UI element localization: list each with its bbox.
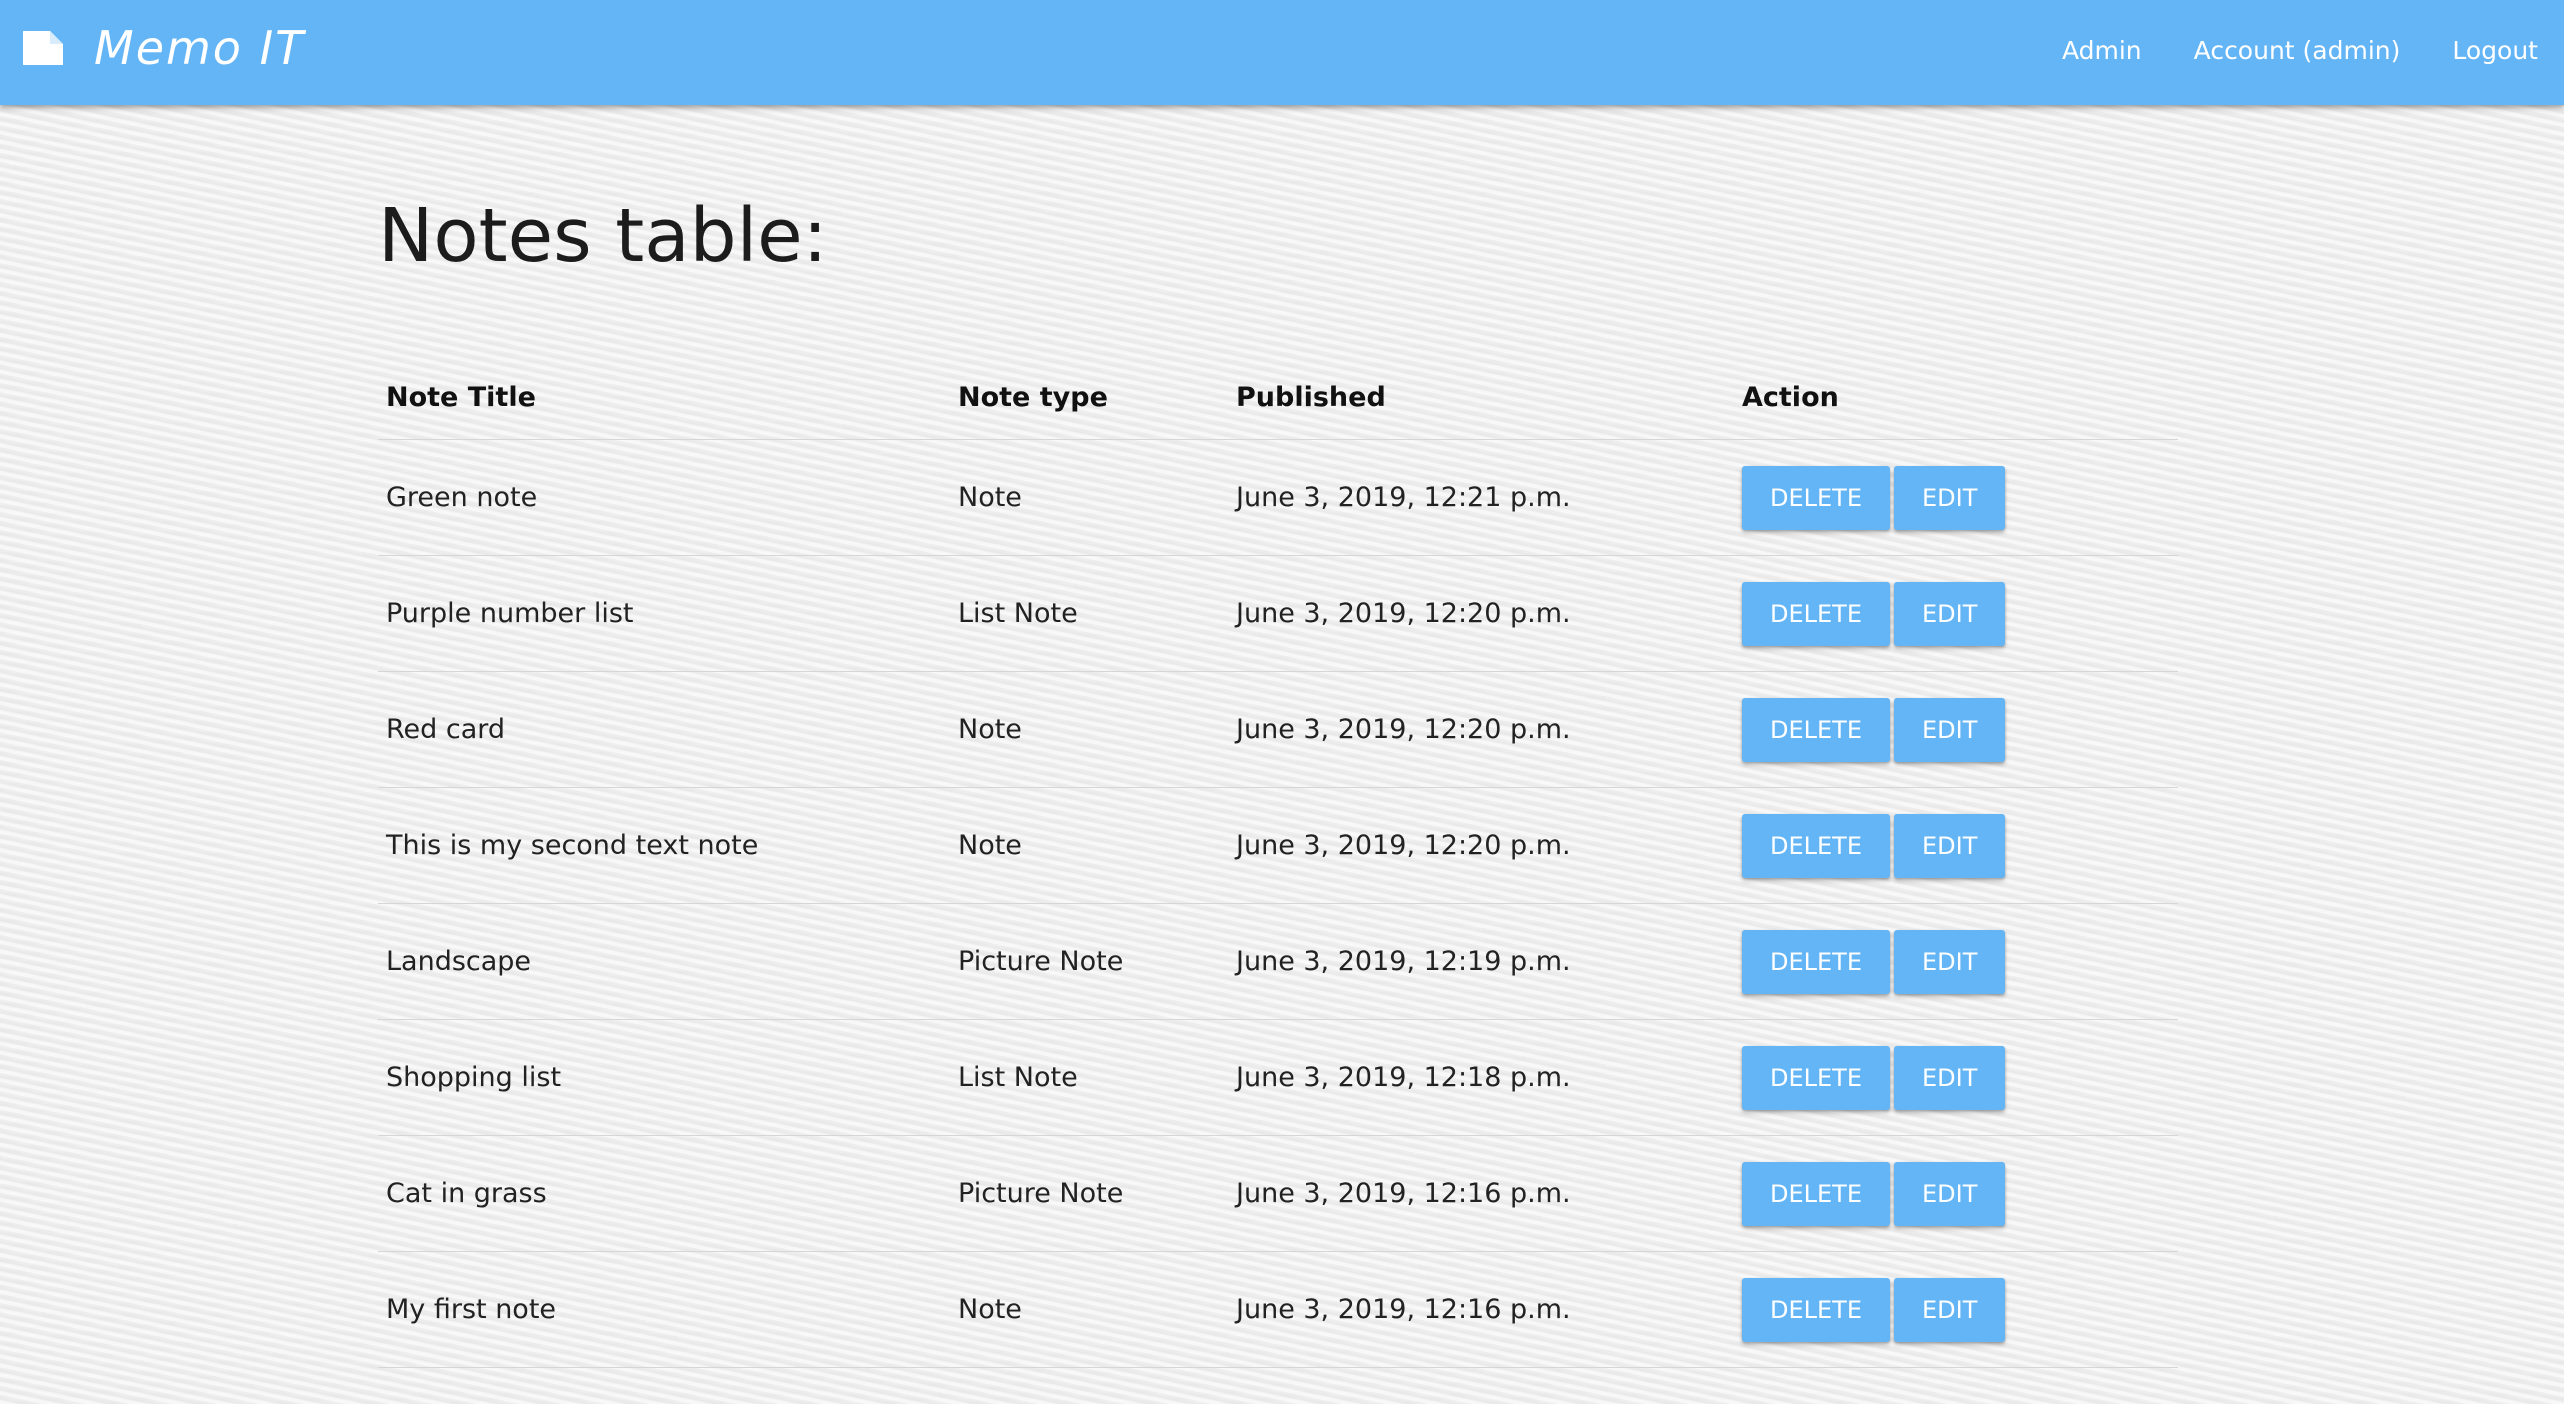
note-actions: DELETE EDIT — [1734, 1019, 2178, 1136]
notes-table: Note Title Note type Published Action Gr… — [378, 355, 2178, 1368]
note-actions: DELETE EDIT — [1734, 439, 2178, 556]
edit-button[interactable]: EDIT — [1894, 697, 2006, 762]
nav-link-admin[interactable]: Admin — [2036, 36, 2168, 65]
note-title: My first note — [378, 1251, 950, 1368]
note-published: June 3, 2019, 12:19 p.m. — [1228, 903, 1734, 1020]
delete-button[interactable]: DELETE — [1742, 813, 1891, 878]
page-title: Notes table: — [378, 193, 828, 279]
header-note-type: Note type — [950, 355, 1228, 440]
note-published: June 3, 2019, 12:20 p.m. — [1228, 787, 1734, 904]
note-title: Red card — [378, 671, 950, 788]
nav-links: Admin Account (admin) Logout — [2036, 0, 2564, 100]
table-row: My first note Note June 3, 2019, 12:16 p… — [378, 1251, 2178, 1368]
header-action: Action — [1734, 355, 2178, 440]
note-published: June 3, 2019, 12:21 p.m. — [1228, 439, 1734, 556]
note-published: June 3, 2019, 12:16 p.m. — [1228, 1251, 1734, 1368]
note-title: Purple number list — [378, 555, 950, 672]
note-actions: DELETE EDIT — [1734, 555, 2178, 672]
note-type: Picture Note — [950, 1135, 1228, 1252]
delete-button[interactable]: DELETE — [1742, 929, 1891, 994]
note-title: Cat in grass — [378, 1135, 950, 1252]
table-row: Cat in grass Picture Note June 3, 2019, … — [378, 1135, 2178, 1252]
note-actions: DELETE EDIT — [1734, 1135, 2178, 1252]
edit-button[interactable]: EDIT — [1894, 465, 2006, 530]
note-icon — [20, 28, 66, 68]
brand-name: Memo IT — [94, 21, 306, 75]
note-title: This is my second text note — [378, 787, 950, 904]
nav-link-logout[interactable]: Logout — [2426, 36, 2564, 65]
edit-button[interactable]: EDIT — [1894, 581, 2006, 646]
table-row: Green note Note June 3, 2019, 12:21 p.m.… — [378, 439, 2178, 556]
note-actions: DELETE EDIT — [1734, 671, 2178, 788]
note-type: Picture Note — [950, 903, 1228, 1020]
delete-button[interactable]: DELETE — [1742, 465, 1891, 530]
delete-button[interactable]: DELETE — [1742, 697, 1891, 762]
note-type: List Note — [950, 555, 1228, 672]
note-actions: DELETE EDIT — [1734, 903, 2178, 1020]
delete-button[interactable]: DELETE — [1742, 1277, 1891, 1342]
table-row: Red card Note June 3, 2019, 12:20 p.m. D… — [378, 671, 2178, 788]
note-actions: DELETE EDIT — [1734, 1251, 2178, 1368]
nav-link-account[interactable]: Account (admin) — [2168, 36, 2427, 65]
note-published: June 3, 2019, 12:18 p.m. — [1228, 1019, 1734, 1136]
edit-button[interactable]: EDIT — [1894, 1161, 2006, 1226]
table-header-row: Note Title Note type Published Action — [378, 355, 2178, 440]
note-type: Note — [950, 787, 1228, 904]
note-type: List Note — [950, 1019, 1228, 1136]
edit-button[interactable]: EDIT — [1894, 929, 2006, 994]
header-note-title: Note Title — [378, 355, 950, 440]
delete-button[interactable]: DELETE — [1742, 1045, 1891, 1110]
delete-button[interactable]: DELETE — [1742, 581, 1891, 646]
table-row: Landscape Picture Note June 3, 2019, 12:… — [378, 903, 2178, 1020]
table-row: Purple number list List Note June 3, 201… — [378, 555, 2178, 672]
table-row: Shopping list List Note June 3, 2019, 12… — [378, 1019, 2178, 1136]
note-title: Landscape — [378, 903, 950, 1020]
edit-button[interactable]: EDIT — [1894, 1277, 2006, 1342]
note-type: Note — [950, 671, 1228, 788]
note-title: Green note — [378, 439, 950, 556]
note-published: June 3, 2019, 12:16 p.m. — [1228, 1135, 1734, 1252]
delete-button[interactable]: DELETE — [1742, 1161, 1891, 1226]
brand-logo[interactable]: Memo IT — [20, 18, 305, 78]
header-published: Published — [1228, 355, 1734, 440]
table-row: This is my second text note Note June 3,… — [378, 787, 2178, 904]
note-published: June 3, 2019, 12:20 p.m. — [1228, 555, 1734, 672]
edit-button[interactable]: EDIT — [1894, 1045, 2006, 1110]
edit-button[interactable]: EDIT — [1894, 813, 2006, 878]
note-type: Note — [950, 439, 1228, 556]
top-navbar: Memo IT Admin Account (admin) Logout — [0, 0, 2564, 105]
note-actions: DELETE EDIT — [1734, 787, 2178, 904]
note-type: Note — [950, 1251, 1228, 1368]
note-title: Shopping list — [378, 1019, 950, 1136]
note-published: June 3, 2019, 12:20 p.m. — [1228, 671, 1734, 788]
